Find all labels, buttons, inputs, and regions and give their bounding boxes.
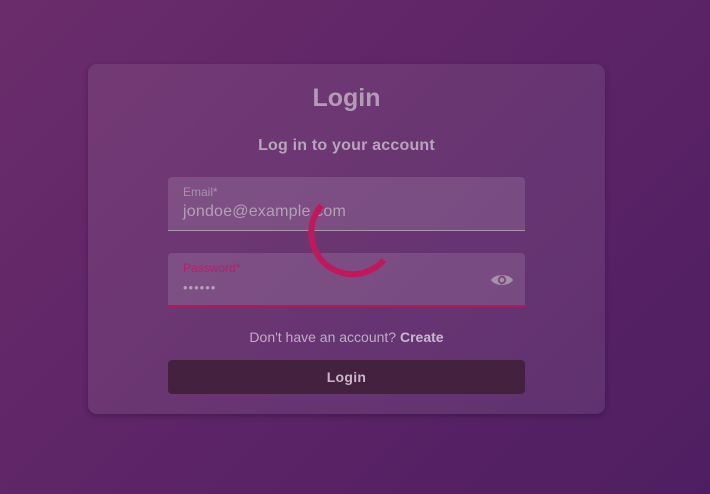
create-account-link[interactable]: Create [400,329,444,345]
eye-icon[interactable] [490,269,514,291]
signup-prompt: Don't have an account? Create [88,329,605,345]
loading-spinner-icon [308,203,387,278]
password-label: Password* [183,261,241,275]
signup-text: Don't have an account? [249,329,397,345]
login-button[interactable]: Login [168,360,525,394]
password-value[interactable]: •••••• [183,280,216,295]
login-title: Login [312,84,381,112]
login-subtitle: Log in to your account [258,137,435,154]
eye-icon-svg [491,275,513,285]
email-label: Email* [183,185,218,199]
